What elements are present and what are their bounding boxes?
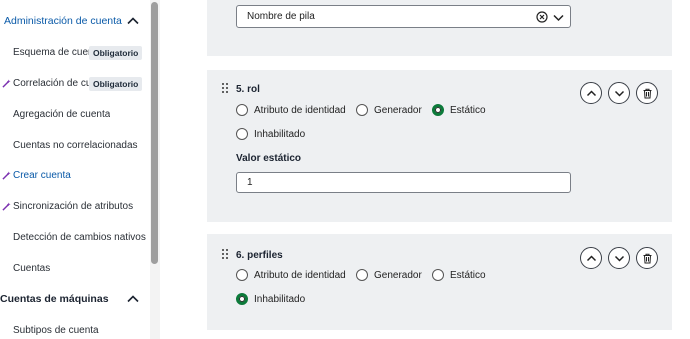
radio-label: Generador — [374, 104, 422, 116]
wand-icon — [2, 170, 11, 180]
sidebar-item-account-subtypes[interactable]: Subtipos de cuenta — [0, 321, 150, 339]
delete-button[interactable] — [636, 82, 658, 104]
chevron-down-icon[interactable] — [553, 12, 564, 23]
sidebar-item-attribute-sync[interactable]: Sincronización de atributos — [0, 197, 150, 215]
sidebar-item-label: Correlación de cue — [13, 77, 97, 89]
radio-circle[interactable] — [236, 269, 248, 281]
required-badge: Obligatorio — [89, 46, 143, 60]
radio-identity-attribute[interactable]: Atributo de identidad — [236, 268, 346, 282]
sidebar-item-account-aggregation[interactable]: Agregación de cuenta — [0, 105, 150, 123]
sidebar-item-label: Agregación de cuenta — [13, 108, 111, 120]
sidebar-item-accounts[interactable]: Cuentas — [0, 259, 150, 277]
rule-title: 6. perfiles — [236, 250, 283, 261]
sidebar-item-label: Cuentas no correlacionadas — [13, 139, 138, 151]
sidebar-section-label: Administración de cuenta — [4, 15, 122, 27]
chevron-up-icon — [127, 295, 139, 303]
chevron-up-icon — [127, 17, 139, 25]
radio-label: Inhabilitado — [254, 293, 306, 305]
chevron-up-icon — [586, 89, 596, 96]
static-value-input[interactable]: 1 — [236, 172, 571, 193]
attribute-select[interactable]: Nombre de pila — [236, 5, 571, 28]
sidebar: Administración de cuenta Esquema de cuen… — [0, 0, 161, 339]
sidebar-item-label: Detección de cambios nativos — [13, 231, 146, 243]
wand-icon — [2, 201, 11, 211]
required-badge: Obligatorio — [89, 77, 143, 91]
trash-icon — [643, 88, 651, 98]
wand-icon — [2, 78, 11, 88]
sidebar-item-label: Crear cuenta — [13, 169, 71, 181]
main-content: Nombre de pila 5. rol Atributo de identi… — [161, 0, 690, 339]
sidebar-item-create-account[interactable]: Crear cuenta — [0, 166, 150, 184]
radio-label: Atributo de identidad — [254, 104, 346, 116]
radio-static[interactable]: Estático — [432, 268, 486, 282]
radio-label: Generador — [374, 269, 422, 281]
move-down-button[interactable] — [608, 82, 630, 104]
rule-panel-rol: 5. rol Atributo de identidad Generador E… — [207, 70, 672, 222]
sidebar-section-label: Cuentas de máquinas — [0, 293, 109, 305]
static-value-label: Valor estático — [236, 153, 302, 164]
trash-icon — [643, 253, 651, 263]
move-up-button[interactable] — [580, 247, 602, 269]
delete-button[interactable] — [636, 247, 658, 269]
radio-circle-selected[interactable] — [432, 104, 444, 116]
sidebar-item-account-correlation[interactable]: Correlación de cue Obligatorio — [0, 74, 150, 92]
rule-panel-perfiles: 6. perfiles Atributo de identidad Genera… — [207, 234, 672, 330]
chevron-down-icon — [614, 255, 624, 262]
chevron-down-icon — [614, 90, 624, 97]
move-down-button[interactable] — [608, 247, 630, 269]
radio-disabled[interactable]: Inhabilitado — [236, 292, 305, 306]
radio-label: Estático — [450, 269, 486, 281]
move-up-button[interactable] — [580, 82, 602, 104]
radio-circle[interactable] — [356, 269, 368, 281]
scrollbar-thumb[interactable] — [151, 2, 158, 264]
sidebar-section-account-admin[interactable]: Administración de cuenta — [0, 10, 150, 32]
radio-identity-attribute[interactable]: Atributo de identidad — [236, 103, 346, 117]
sidebar-item-label: Subtipos de cuenta — [13, 324, 99, 336]
radio-circle[interactable] — [236, 128, 248, 140]
radio-generator[interactable]: Generador — [356, 268, 422, 282]
drag-handle-icon[interactable] — [221, 82, 229, 94]
rule-title: 5. rol — [236, 84, 260, 95]
radio-generator[interactable]: Generador — [356, 103, 422, 117]
sidebar-item-label: Sincronización de atributos — [13, 200, 134, 212]
radio-label: Atributo de identidad — [254, 269, 346, 281]
attribute-select-value: Nombre de pila — [247, 11, 315, 22]
sidebar-item-account-schema[interactable]: Esquema de cuent Obligatorio — [0, 43, 150, 61]
sidebar-item-native-change-detection[interactable]: Detección de cambios nativos — [0, 228, 150, 246]
clear-icon[interactable] — [536, 11, 548, 23]
radio-circle[interactable] — [432, 269, 444, 281]
sidebar-scrollbar[interactable] — [150, 0, 160, 339]
drag-handle-icon[interactable] — [221, 248, 229, 260]
sidebar-section-machine-accounts[interactable]: Cuentas de máquinas — [0, 288, 150, 310]
radio-label: Estático — [450, 104, 486, 116]
radio-circle[interactable] — [236, 104, 248, 116]
sidebar-item-label: Esquema de cuent — [13, 46, 97, 58]
sidebar-item-label: Cuentas — [13, 262, 51, 274]
radio-circle-selected[interactable] — [236, 293, 248, 305]
radio-static[interactable]: Estático — [432, 103, 486, 117]
chevron-up-icon — [586, 254, 596, 261]
radio-circle[interactable] — [356, 104, 368, 116]
sidebar-item-uncorrelated-accounts[interactable]: Cuentas no correlacionadas — [0, 136, 150, 154]
radio-disabled[interactable]: Inhabilitado — [236, 127, 305, 141]
radio-label: Inhabilitado — [254, 128, 306, 140]
rule-panel-previous: Nombre de pila — [207, 0, 672, 56]
